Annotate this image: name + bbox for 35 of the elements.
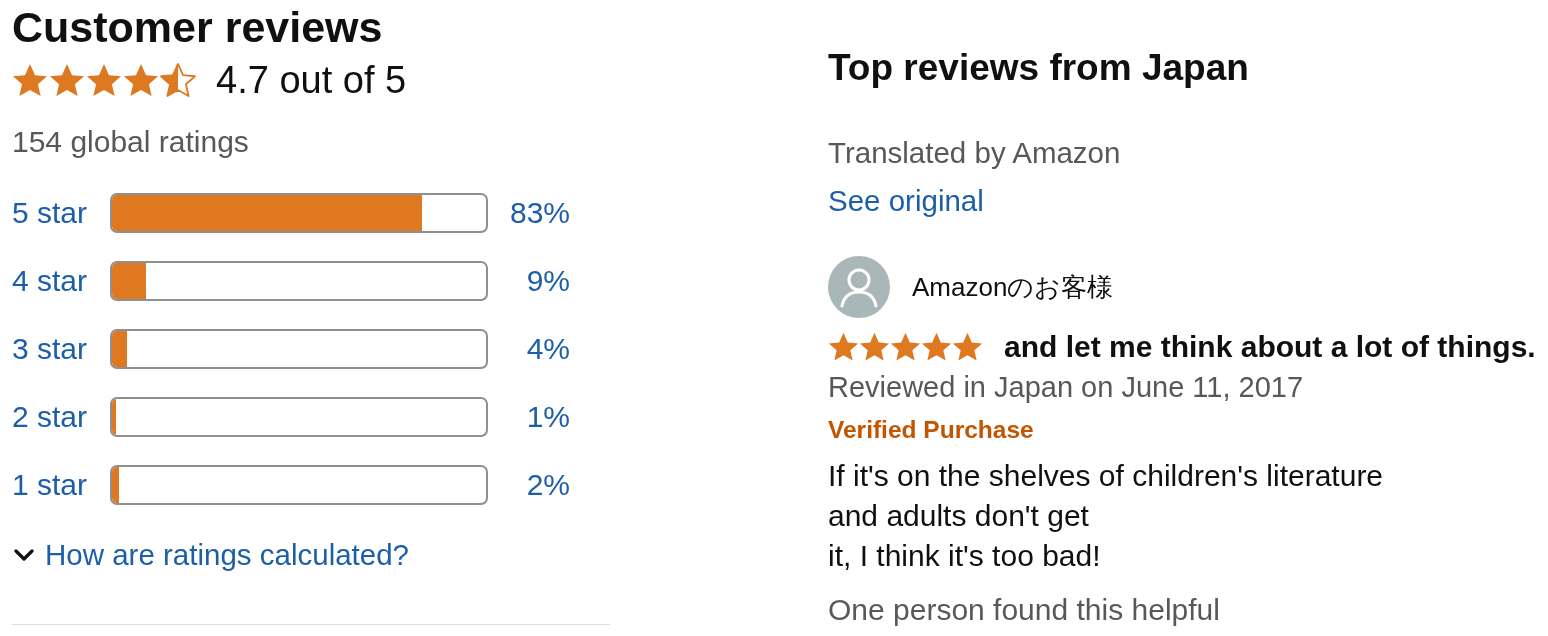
percentage-link[interactable]: 2% bbox=[526, 468, 570, 502]
percentage-link[interactable]: 83% bbox=[509, 196, 570, 230]
see-original-link[interactable]: See original bbox=[828, 185, 984, 217]
translation-note: Translated by Amazon bbox=[828, 137, 1121, 169]
half-star-icon bbox=[160, 62, 196, 98]
star-level-link[interactable]: 1 star bbox=[12, 468, 88, 502]
reviewer-name: Amazonのお客様 bbox=[912, 271, 1114, 303]
verified-purchase-label: Verified Purchase bbox=[828, 416, 1034, 444]
star-icon bbox=[86, 62, 122, 98]
review-date: Reviewed in Japan on June 11, 2017 bbox=[828, 372, 1304, 402]
star-icon bbox=[921, 332, 952, 362]
star-icon bbox=[890, 332, 921, 362]
review-text: If it's on the shelves of children's literature and adults don't get it, I think it's too bad! bbox=[828, 458, 1384, 574]
percentage-link[interactable]: 9% bbox=[526, 264, 570, 298]
star-level-link[interactable]: 4 star bbox=[12, 264, 88, 298]
star-level-link[interactable]: 2 star bbox=[12, 400, 88, 434]
star-icon bbox=[123, 62, 159, 98]
star-icon bbox=[12, 62, 48, 98]
star-level-link[interactable]: 5 star bbox=[12, 196, 88, 230]
helpful-count: One person found this helpful bbox=[828, 595, 1220, 625]
star-icon bbox=[828, 332, 859, 362]
star-level-link[interactable]: 3 star bbox=[12, 332, 88, 366]
review-title-link[interactable]: and let me think about a lot of things. bbox=[1004, 332, 1536, 362]
percentage-link[interactable]: 4% bbox=[526, 332, 570, 366]
star-icon bbox=[49, 62, 85, 98]
star-icon bbox=[859, 332, 890, 362]
ratings-count: 154 global ratings bbox=[12, 125, 249, 159]
section-title: Top reviews from Japan bbox=[828, 48, 1249, 88]
average-rating: 4.7 out of 5 bbox=[216, 58, 407, 102]
ratings-help-toggle[interactable]: How are ratings calculated? bbox=[12, 540, 410, 570]
section-title: Customer reviews bbox=[12, 3, 383, 51]
chevron-down-icon bbox=[14, 548, 34, 562]
avatar-icon bbox=[828, 256, 890, 318]
percentage-link[interactable]: 1% bbox=[526, 400, 570, 434]
star-icon bbox=[952, 332, 983, 362]
